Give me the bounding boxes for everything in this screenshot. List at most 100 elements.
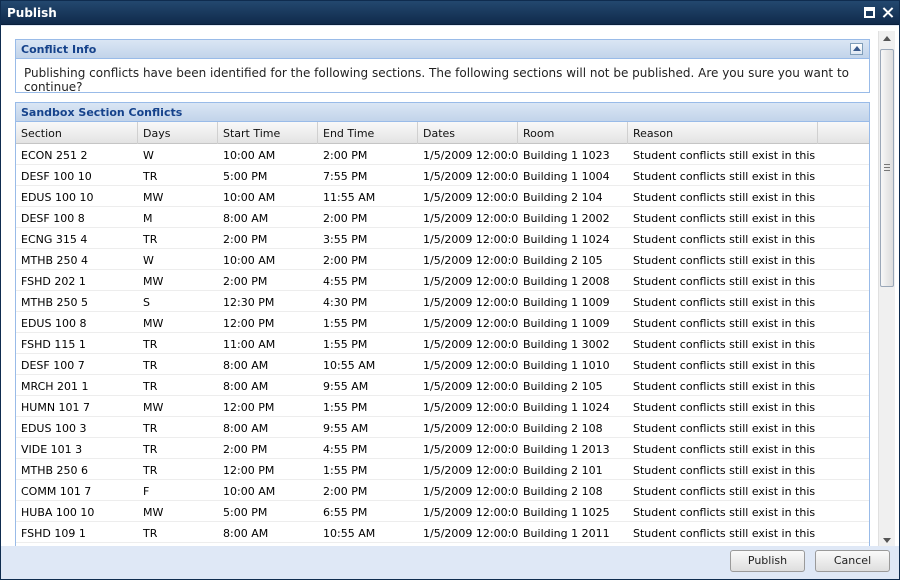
column-header-end-time[interactable]: End Time [318,122,418,144]
table-row[interactable]: COMM 101 7 F 10:00 AM 2:00 PM 1/5/2009 12:00… [16,480,869,501]
table-row[interactable]: ECON 251 2 W 10:00 AM 2:00 PM 1/5/2009 12:00… [16,144,869,165]
table-row[interactable]: MTHB 250 5 S 12:30 PM 4:30 PM 1/5/2009 12:00… [16,291,869,312]
cell-start-time: 12:00 PM [223,401,275,414]
table-row[interactable]: DESF 100 7 TR 8:00 AM 10:55 AM 1/5/2009 12:0… [16,354,869,375]
cell-days: W [143,149,154,162]
cell-days: TR [143,380,158,393]
cell-section: FSHD 115 1 [21,338,86,351]
cell-section: DESF 100 10 [21,170,92,183]
cell-room: Building 1 1023 [523,149,610,162]
cell-start-time: 8:00 AM [223,422,269,435]
table-row[interactable]: VIDE 101 3 TR 2:00 PM 4:55 PM 1/5/2009 12:00… [16,438,869,459]
maximize-icon[interactable] [864,7,875,18]
cell-room: Building 1 3002 [523,338,610,351]
cell-start-time: 2:00 PM [223,275,268,288]
cell-start-time: 2:00 PM [223,233,268,246]
cell-days: MW [143,275,164,288]
cell-end-time: 2:00 PM [323,254,368,267]
cell-end-time: 11:55 AM [323,191,376,204]
cell-dates: 1/5/2009 12:00:00 A [423,527,518,540]
cell-room: Building 1 1010 [523,359,610,372]
publish-button[interactable]: Publish [730,550,805,572]
column-header-section[interactable]: Section [16,122,138,144]
cell-reason: Student conflicts still exist in this me… [633,233,818,246]
cell-room: Building 2 108 [523,422,603,435]
cell-room: Building 1 1024 [523,401,610,414]
cell-end-time: 1:55 PM [323,317,368,330]
cell-days: MW [143,401,164,414]
cell-room: Building 1 1009 [523,317,610,330]
cell-section: EDUS 100 8 [21,317,87,330]
cell-section: HUBA 100 10 [21,506,95,519]
cell-dates: 1/5/2009 12:00:00 A [423,401,518,414]
cell-days: TR [143,422,158,435]
cell-end-time: 9:55 AM [323,422,369,435]
cell-section: MTHB 250 5 [21,296,89,309]
cell-reason: Student conflicts still exist in this me… [633,338,818,351]
cell-start-time: 8:00 AM [223,380,269,393]
cell-reason: Student conflicts still exist in this me… [633,527,818,540]
sandbox-conflicts-title: Sandbox Section Conflicts [21,106,183,119]
cell-reason: Student conflicts still exist in this me… [633,380,818,393]
cell-dates: 1/5/2009 12:00:00 A [423,296,518,309]
conflict-info-header[interactable]: Conflict Info [15,39,870,59]
cell-room: Building 2 105 [523,254,603,267]
table-row[interactable]: HUMN 101 7 MW 12:00 PM 1:55 PM 1/5/2009 12:0… [16,396,869,417]
cell-days: TR [143,527,158,540]
grid-header: Section Days Start Time End Time Dates R… [16,122,869,144]
cell-start-time: 12:00 PM [223,317,275,330]
cell-room: Building 1 1025 [523,506,610,519]
cell-end-time: 2:00 PM [323,485,368,498]
cell-room: Building 1 2013 [523,443,610,456]
table-row[interactable]: DESF 100 10 TR 5:00 PM 7:55 PM 1/5/2009 12:0… [16,165,869,186]
close-icon[interactable] [881,6,894,19]
cell-room: Building 1 2002 [523,212,610,225]
scroll-up-icon[interactable] [883,36,891,41]
cell-room: Building 2 101 [523,464,603,477]
cell-days: F [143,485,150,498]
cell-section: MTHB 250 4 [21,254,89,267]
cell-section: MRCH 201 1 [21,380,89,393]
column-header-dates[interactable]: Dates [418,122,518,144]
cancel-button[interactable]: Cancel [815,550,890,572]
table-row[interactable]: FSHD 109 1 TR 8:00 AM 10:55 AM 1/5/2009 12:0… [16,522,869,543]
table-row[interactable]: FSHD 202 1 MW 2:00 PM 4:55 PM 1/5/2009 12:00… [16,270,869,291]
collapse-icon[interactable] [850,43,863,55]
cell-reason: Student conflicts still exist in this me… [633,296,818,309]
cell-start-time: 10:00 AM [223,149,276,162]
table-row[interactable]: EDUS 100 8 MW 12:00 PM 1:55 PM 1/5/2009 12:0… [16,312,869,333]
column-header-days[interactable]: Days [138,122,218,144]
cell-reason: Student conflicts still exist in this me… [633,422,818,435]
cell-days: W [143,254,154,267]
cell-start-time: 10:00 AM [223,254,276,267]
cell-dates: 1/5/2009 12:00:00 A [423,506,518,519]
cell-start-time: 8:00 AM [223,212,269,225]
table-row[interactable]: MRCH 201 1 TR 8:00 AM 9:55 AM 1/5/2009 12:00… [16,375,869,396]
table-row[interactable]: FSHD 115 1 TR 11:00 AM 1:55 PM 1/5/2009 12:0… [16,333,869,354]
column-header-start-time[interactable]: Start Time [218,122,318,144]
scroll-down-icon[interactable] [883,538,891,543]
table-row[interactable]: HUBA 100 10 MW 5:00 PM 6:55 PM 1/5/2009 12:0… [16,501,869,522]
cell-section: DESF 100 7 [21,359,85,372]
cell-end-time: 6:55 PM [323,506,368,519]
table-row[interactable]: MTHB 250 4 W 10:00 AM 2:00 PM 1/5/2009 12:00… [16,249,869,270]
column-header-reason[interactable]: Reason [628,122,818,144]
cell-end-time: 1:55 PM [323,401,368,414]
cell-dates: 1/5/2009 12:00:00 A [423,317,518,330]
cell-room: Building 2 108 [523,485,603,498]
cell-start-time: 2:00 PM [223,443,268,456]
table-row[interactable]: MTHB 250 6 TR 12:00 PM 1:55 PM 1/5/2009 12:0… [16,459,869,480]
table-row[interactable]: ECNG 315 4 TR 2:00 PM 3:55 PM 1/5/2009 12:00… [16,228,869,249]
vertical-scrollbar[interactable] [878,31,895,546]
table-row[interactable]: EDUS 100 3 TR 8:00 AM 9:55 AM 1/5/2009 12:00… [16,417,869,438]
cell-dates: 1/5/2009 12:00:00 A [423,443,518,456]
cell-dates: 1/5/2009 12:00:00 A [423,464,518,477]
cell-section: EDUS 100 3 [21,422,87,435]
scrollbar-thumb[interactable] [880,49,894,287]
cell-start-time: 11:00 AM [223,338,276,351]
table-row[interactable]: EDUS 100 10 MW 10:00 AM 11:55 AM 1/5/2009 12… [16,186,869,207]
cell-days: MW [143,191,164,204]
table-row[interactable]: DESF 100 8 M 8:00 AM 2:00 PM 1/5/2009 12:00:… [16,207,869,228]
cell-end-time: 2:00 PM [323,149,368,162]
column-header-room[interactable]: Room [518,122,628,144]
